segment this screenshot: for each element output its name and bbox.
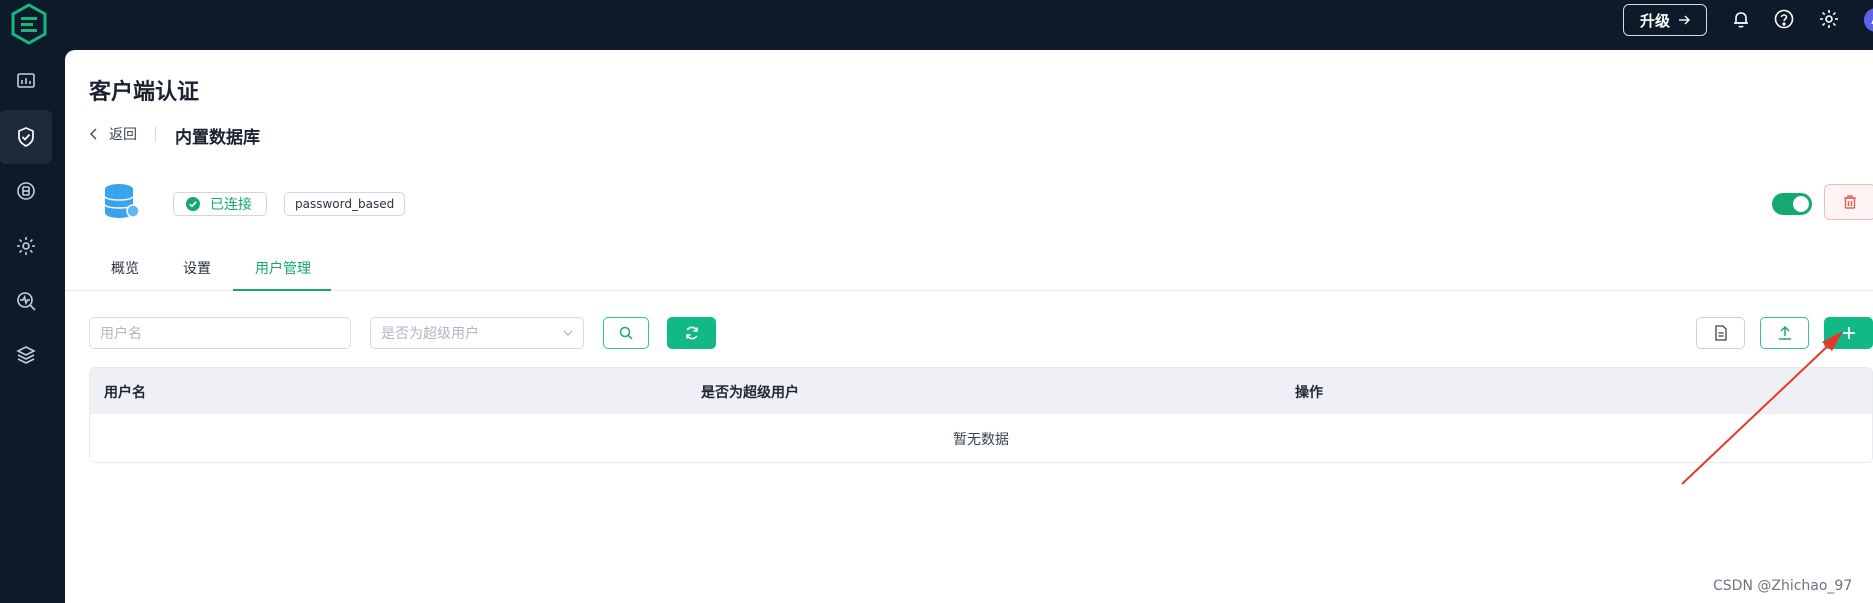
delete-button[interactable] bbox=[1824, 184, 1873, 220]
mechanism-badge: password_based bbox=[284, 192, 406, 216]
column-header-actions: 操作 bbox=[1295, 385, 1323, 401]
sidebar-item-diagnose[interactable] bbox=[0, 274, 52, 328]
main-panel: 客户端认证 返回 内置数据库 已连接 password_based 概览 设置 … bbox=[65, 50, 1873, 603]
layers-icon bbox=[16, 346, 36, 364]
import-file-button[interactable] bbox=[1696, 317, 1745, 349]
upgrade-button[interactable]: 升级 bbox=[1623, 4, 1707, 36]
page-title: 客户端认证 bbox=[89, 80, 200, 105]
watermark: CSDN @Zhichao_97 bbox=[1713, 578, 1853, 594]
tabs: 概览 设置 用户管理 bbox=[65, 246, 1873, 291]
arrow-right-icon bbox=[1679, 15, 1690, 25]
bell-icon[interactable] bbox=[1730, 8, 1752, 30]
username-search-input[interactable] bbox=[89, 317, 351, 349]
sidebar-item-integration[interactable] bbox=[0, 164, 52, 218]
emqx-logo-icon bbox=[11, 3, 47, 45]
column-header-superuser: 是否为超级用户 bbox=[701, 385, 799, 401]
database-icon bbox=[104, 184, 140, 218]
back-label: 返回 bbox=[109, 127, 137, 143]
chart-icon bbox=[17, 73, 35, 88]
users-table: 用户名 是否为超级用户 操作 暂无数据 bbox=[89, 367, 1873, 463]
add-user-button[interactable] bbox=[1824, 317, 1873, 349]
tab-settings[interactable]: 设置 bbox=[183, 258, 211, 278]
back-link[interactable]: 返回 bbox=[89, 124, 137, 144]
gear-icon bbox=[17, 237, 35, 255]
column-header-username: 用户名 bbox=[104, 385, 146, 401]
status-badge: 已连接 bbox=[173, 192, 267, 216]
document-icon bbox=[1714, 325, 1727, 341]
empty-state: 暂无数据 bbox=[953, 432, 1009, 448]
top-bar: 升级 A admin bbox=[65, 0, 1873, 50]
tab-active-indicator bbox=[233, 289, 331, 291]
chevron-left-icon bbox=[90, 128, 97, 140]
upgrade-label: 升级 bbox=[1639, 11, 1670, 30]
upload-icon bbox=[1778, 325, 1791, 340]
superuser-select-placeholder: 是否为超级用户 bbox=[381, 326, 479, 342]
authenticator-title: 内置数据库 bbox=[175, 128, 260, 148]
tab-overview[interactable]: 概览 bbox=[111, 258, 139, 278]
header-divider bbox=[155, 126, 156, 142]
search-icon bbox=[619, 326, 633, 340]
sidebar-item-management[interactable] bbox=[0, 219, 52, 273]
trash-icon bbox=[1844, 195, 1856, 209]
help-icon[interactable] bbox=[1773, 8, 1795, 30]
search-pulse-icon bbox=[17, 292, 36, 311]
plus-icon bbox=[1842, 327, 1855, 339]
refresh-icon bbox=[685, 326, 698, 340]
search-button[interactable] bbox=[603, 317, 649, 349]
refresh-button[interactable] bbox=[667, 317, 716, 349]
avatar[interactable]: A bbox=[1864, 8, 1873, 32]
database-cycle-icon bbox=[17, 182, 35, 200]
superuser-select[interactable]: 是否为超级用户 bbox=[370, 317, 584, 349]
status-text: 已连接 bbox=[210, 197, 252, 213]
settings-icon[interactable] bbox=[1818, 8, 1840, 30]
chevron-down-icon bbox=[563, 330, 573, 336]
sidebar bbox=[0, 0, 65, 603]
tab-user-management[interactable]: 用户管理 bbox=[255, 258, 311, 278]
upload-button[interactable] bbox=[1760, 317, 1809, 349]
sidebar-item-dashboard[interactable] bbox=[0, 54, 52, 108]
shield-check-icon bbox=[18, 127, 34, 147]
check-circle-icon bbox=[186, 197, 200, 211]
table-header: 用户名 是否为超级用户 操作 bbox=[90, 368, 1872, 414]
sidebar-item-access-control[interactable] bbox=[0, 110, 52, 164]
enable-toggle[interactable] bbox=[1772, 193, 1812, 215]
sidebar-item-system[interactable] bbox=[0, 328, 52, 382]
